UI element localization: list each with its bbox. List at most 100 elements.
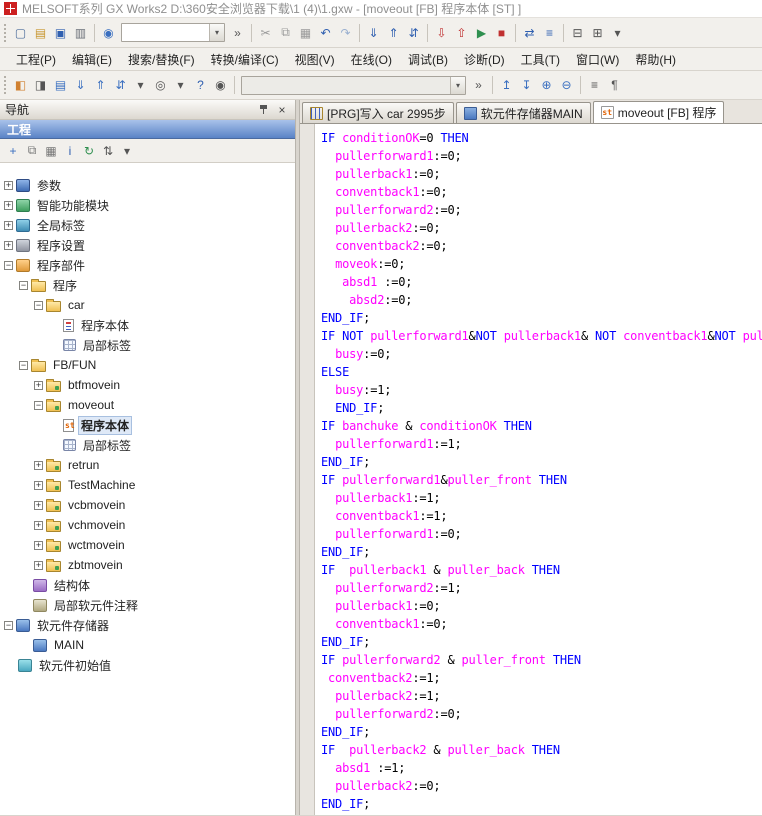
program-common-icon[interactable]: ◉: [99, 23, 118, 42]
tree-item-程序[interactable]: −程序: [0, 275, 295, 295]
tree-item-retrun[interactable]: +retrun: [0, 455, 295, 475]
tree-item-moveout[interactable]: −moveout: [0, 395, 295, 415]
tree-item-软元件存储器[interactable]: −软元件存储器: [0, 615, 295, 635]
tree-item-vchmovein[interactable]: +vchmovein: [0, 515, 295, 535]
tree-item-程序部件[interactable]: −程序部件: [0, 255, 295, 275]
code-line-25[interactable]: IF pullerback1 & puller_back THEN: [321, 561, 762, 579]
tree-item-FB/FUN[interactable]: −FB/FUN: [0, 355, 295, 375]
code-line-8[interactable]: moveok:=0;: [321, 255, 762, 273]
menu-item-7[interactable]: 调试(B): [400, 48, 456, 71]
toolbar-grip[interactable]: [4, 24, 7, 42]
code-line-14[interactable]: ELSE: [321, 363, 762, 381]
print-icon[interactable]: ▥: [71, 23, 90, 42]
statement-display-icon[interactable]: ¶: [605, 76, 624, 95]
open-project-icon[interactable]: ▤: [31, 23, 50, 42]
code-line-37[interactable]: pullerback2:=0;: [321, 777, 762, 795]
code-line-11[interactable]: END_IF;: [321, 309, 762, 327]
expander-icon[interactable]: −: [4, 261, 13, 270]
tree-item-car[interactable]: −car: [0, 295, 295, 315]
toolbar-grip-2[interactable]: [4, 76, 7, 94]
device-read-icon[interactable]: ⇑: [384, 23, 403, 42]
expander-icon[interactable]: −: [34, 301, 43, 310]
device-batch-icon[interactable]: ≡: [540, 23, 559, 42]
expander-icon[interactable]: −: [19, 281, 28, 290]
expander-icon[interactable]: +: [4, 181, 13, 190]
tree-item-结构体[interactable]: 结构体: [0, 575, 295, 595]
tree-item-vcbmovein[interactable]: +vcbmovein: [0, 495, 295, 515]
code-line-29[interactable]: END_IF;: [321, 633, 762, 651]
st-mode-icon[interactable]: ⊞: [588, 23, 607, 42]
toolbar-overflow-icon[interactable]: »: [228, 23, 247, 42]
expander-icon[interactable]: +: [34, 521, 43, 530]
close-icon[interactable]: ×: [274, 102, 290, 117]
data-select-combo[interactable]: ▾: [121, 23, 225, 42]
expander-icon[interactable]: −: [34, 401, 43, 410]
sort-dropdown-icon[interactable]: ▾: [118, 142, 136, 160]
monitor-stop-icon[interactable]: ■: [492, 23, 511, 42]
ladder-symbol-down-icon[interactable]: ↧: [517, 76, 536, 95]
refresh-icon[interactable]: ↻: [80, 142, 98, 160]
code-line-12[interactable]: IF NOT pullerforward1&NOT pullerback1& N…: [321, 327, 762, 345]
code-line-23[interactable]: pullerforward1:=0;: [321, 525, 762, 543]
device-test-icon[interactable]: ⇄: [520, 23, 539, 42]
menu-item-11[interactable]: 帮助(H): [627, 48, 684, 71]
new-project-icon[interactable]: ▢: [11, 23, 30, 42]
plc-read-icon[interactable]: ⇧: [452, 23, 471, 42]
ladder-symbol-add-icon[interactable]: ⊕: [537, 76, 556, 95]
address-combo[interactable]: ▾: [241, 76, 466, 95]
tree-item-智能功能模块[interactable]: +智能功能模块: [0, 195, 295, 215]
tree-item-MAIN[interactable]: MAIN: [0, 635, 295, 655]
zoom-icon[interactable]: ◎: [151, 76, 170, 95]
device-monitor-icon[interactable]: ⇵: [111, 76, 130, 95]
tree-item-wctmovein[interactable]: +wctmovein: [0, 535, 295, 555]
code-line-1[interactable]: IF conditionOK=0 THEN: [321, 129, 762, 147]
save-project-icon[interactable]: ▣: [51, 23, 70, 42]
code-line-2[interactable]: pullerforward1:=0;: [321, 147, 762, 165]
expander-icon[interactable]: +: [34, 541, 43, 550]
code-line-31[interactable]: conventback2:=1;: [321, 669, 762, 687]
zoom-dropdown-icon[interactable]: ▾: [171, 76, 190, 95]
undo-icon[interactable]: ↶: [316, 23, 335, 42]
menu-item-10[interactable]: 窗口(W): [568, 48, 627, 71]
device-comment-icon[interactable]: ⇓: [71, 76, 90, 95]
watch-dropdown-icon[interactable]: ▾: [131, 76, 150, 95]
menu-item-9[interactable]: 工具(T): [513, 48, 568, 71]
menu-item-8[interactable]: 诊断(D): [456, 48, 513, 71]
expander-icon[interactable]: −: [4, 621, 13, 630]
code-line-34[interactable]: END_IF;: [321, 723, 762, 741]
expander-icon[interactable]: +: [34, 501, 43, 510]
code-line-9[interactable]: absd1 :=0;: [321, 273, 762, 291]
code-line-19[interactable]: END_IF;: [321, 453, 762, 471]
plc-write-icon[interactable]: ⇩: [432, 23, 451, 42]
expander-icon[interactable]: +: [34, 481, 43, 490]
menu-item-4[interactable]: 转换/编译(C): [203, 48, 287, 71]
tree-item-参数[interactable]: +参数: [0, 175, 295, 195]
st-code-area[interactable]: IF conditionOK=0 THEN pullerforward1:=0;…: [315, 124, 762, 815]
expander-icon[interactable]: −: [19, 361, 28, 370]
output-window-icon[interactable]: ▤: [51, 76, 70, 95]
ladder-symbol-up-icon[interactable]: ↥: [497, 76, 516, 95]
tree-item-程序本体[interactable]: 程序本体: [0, 315, 295, 335]
toolbar2-overflow-icon[interactable]: »: [469, 76, 488, 95]
navigation-window-icon[interactable]: ◧: [11, 76, 30, 95]
comment-display-icon[interactable]: ≡: [585, 76, 604, 95]
find-icon[interactable]: ◉: [211, 76, 230, 95]
data-property-icon[interactable]: i: [61, 142, 79, 160]
code-line-3[interactable]: pullerback1:=0;: [321, 165, 762, 183]
tree-item-程序设置[interactable]: +程序设置: [0, 235, 295, 255]
tab-1[interactable]: [PRG]写入 car 2995步: [302, 102, 454, 123]
new-data-icon[interactable]: +: [4, 142, 22, 160]
sort-icon[interactable]: ⇅: [99, 142, 117, 160]
mode-dropdown-icon[interactable]: ▾: [608, 23, 627, 42]
device-memory-icon[interactable]: ⇑: [91, 76, 110, 95]
expander-icon[interactable]: +: [34, 381, 43, 390]
code-line-24[interactable]: END_IF;: [321, 543, 762, 561]
code-line-35[interactable]: IF pullerback2 & puller_back THEN: [321, 741, 762, 759]
paste-icon[interactable]: ▦: [296, 23, 315, 42]
tab-3[interactable]: stmoveout [FB] 程序: [593, 101, 725, 124]
menu-item-2[interactable]: 编辑(E): [64, 48, 120, 71]
code-line-18[interactable]: pullerforward1:=1;: [321, 435, 762, 453]
copy-icon[interactable]: ⧉: [276, 23, 295, 42]
tree-item-全局标签[interactable]: +全局标签: [0, 215, 295, 235]
code-line-15[interactable]: busy:=1;: [321, 381, 762, 399]
